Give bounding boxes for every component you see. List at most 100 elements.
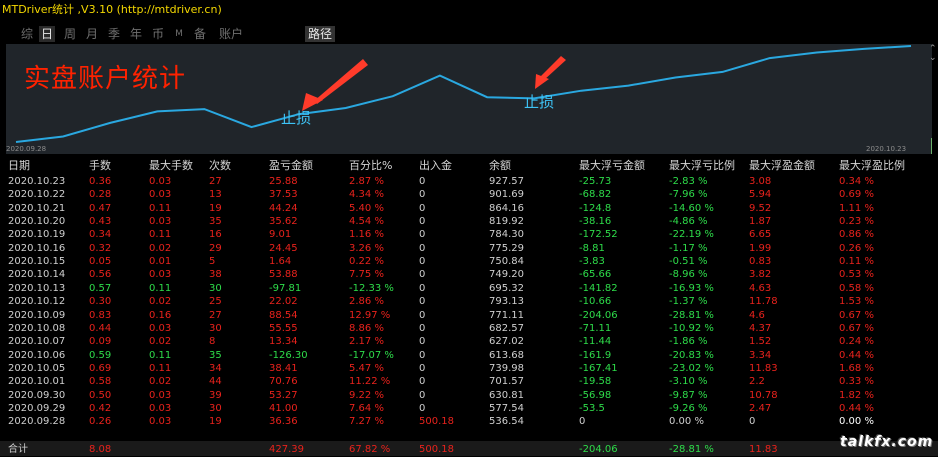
cell-max-fp-pct: 0.67 % [839,309,874,321]
table-row[interactable]: 2020.10.07 0.09 0.02 8 13.34 2.17 % 0 627.02 -11… [0,335,938,348]
table-row[interactable]: 2020.10.15 0.05 0.01 5 1.64 0.22 % 0 750.84 -3.8… [0,255,938,268]
table-row[interactable]: 2020.10.23 0.36 0.03 27 25.88 2.87 % 0 927.57 -2… [0,175,938,188]
cell-deposit: 0 [419,336,426,348]
cell-count: 13 [209,189,222,201]
table-row[interactable]: 2020.09.30 0.50 0.03 39 53.27 9.22 % 0 630.81 -5… [0,389,938,402]
cell-count: 27 [209,176,222,187]
cell-balance: 750.84 [489,256,524,268]
cell-max-dd: -167.41 [579,362,618,374]
cell-max-fp-pct: 0.69 % [839,189,874,201]
cell-lots: 0.36 [89,176,112,187]
table-row[interactable]: 2020.10.20 0.43 0.03 35 35.62 4.54 % 0 819.92 -3… [0,215,938,228]
cell-count: 27 [209,309,222,321]
tab-summary[interactable]: 综 [19,26,35,42]
cell-max-fp-pct: 0.44 % [839,349,874,361]
col-header-date[interactable]: 日期 [8,159,30,173]
cell-pnl: 53.88 [269,269,298,281]
tab-week[interactable]: 周 [62,26,78,42]
tab-day[interactable]: 日 [39,26,55,42]
panel-resize-handle[interactable] [931,138,938,154]
table-row[interactable]: 2020.09.29 0.42 0.03 30 41.00 7.64 % 0 577.54 -5… [0,402,938,415]
table-row[interactable]: 2020.10.05 0.69 0.11 34 38.41 5.47 % 0 739.98 -1… [0,362,938,375]
cell-lots: 0.44 [89,322,112,334]
cell-max-dd-pct: -2.83 % [669,176,708,187]
cell-date: 2020.09.29 [8,402,66,414]
total-percent: 67.82 % [349,444,391,455]
cell-deposit: 0 [419,282,426,294]
cell-balance: 771.11 [489,309,524,321]
cell-lots: 0.32 [89,242,112,254]
table-row[interactable]: 2020.10.22 0.28 0.03 13 37.53 4.34 % 0 901.69 -6… [0,188,938,201]
table-row[interactable]: 2020.10.13 0.57 0.11 30 -97.81 -12.33 % 0 695.3… [0,282,938,295]
tab-account[interactable]: 账户 [217,26,245,42]
cell-lots: 0.59 [89,349,112,361]
table-row[interactable]: 2020.10.06 0.59 0.11 35 -126.30 -17.07 % 0 613.… [0,349,938,362]
cell-date: 2020.10.15 [8,256,66,268]
table-row[interactable]: 2020.10.08 0.44 0.03 30 55.55 8.86 % 0 682.57 -7… [0,322,938,335]
cell-date: 2020.10.05 [8,362,66,374]
cell-pnl: 70.76 [269,376,298,388]
table-row[interactable]: 2020.10.12 0.30 0.02 25 22.02 2.86 % 0 793.13 -1… [0,295,938,308]
cell-balance: 749.20 [489,269,524,281]
cell-lots: 0.47 [89,202,112,214]
cell-max-fp: 2.2 [749,376,765,388]
cell-max-lots: 0.03 [149,269,172,281]
cell-balance: 682.57 [489,322,524,334]
table-row[interactable]: 2020.09.28 0.26 0.03 19 36.36 7.27 % 500.18 536… [0,415,938,428]
cell-deposit: 0 [419,189,426,201]
tab-magic[interactable]: M [172,26,186,42]
path-button[interactable]: 路径 [305,26,335,42]
table-row[interactable]: 2020.10.19 0.34 0.11 16 9.01 1.16 % 0 784.30 -17… [0,228,938,241]
cell-deposit: 0 [419,216,426,228]
col-header-max-floating-profit-pct[interactable]: 最大浮盈比例 [839,159,905,173]
cell-date: 2020.10.22 [8,189,66,201]
cell-max-fp-pct: 0.34 % [839,176,874,187]
chevron-down-icon: ⌄ [929,53,937,63]
col-header-pnl[interactable]: 盈亏金额 [269,159,313,173]
col-header-max-floating-profit[interactable]: 最大浮盈金额 [749,159,815,173]
cell-balance: 784.30 [489,229,524,241]
window-title: MTDriver统计 ,V3.10 (http://mtdriver.cn) [2,3,222,16]
cell-date: 2020.09.30 [8,389,66,401]
stop-loss-label-1: 止损 [281,109,312,127]
cell-balance: 701.57 [489,376,524,388]
cell-lots: 0.57 [89,282,112,294]
table-row[interactable]: 2020.10.16 0.32 0.02 29 24.45 3.26 % 0 775.29 -8… [0,242,938,255]
col-header-percent[interactable]: 百分比% [349,159,392,173]
scroll-expand-control[interactable]: ⌃ ⌄ [928,44,938,68]
col-header-lots[interactable]: 手数 [89,159,111,173]
cell-date: 2020.10.21 [8,202,66,214]
cell-max-dd: -53.5 [579,402,605,414]
tab-month[interactable]: 月 [84,26,100,42]
cell-max-fp: 3.82 [749,269,772,281]
cell-max-lots: 0.01 [149,256,172,268]
table-row[interactable]: 2020.10.21 0.47 0.11 19 44.24 5.40 % 0 864.16 -1… [0,202,938,215]
cell-max-fp-pct: 1.11 % [839,202,874,214]
cell-max-dd-pct: -3.10 % [669,376,708,388]
tab-notes[interactable]: 备 [192,26,208,42]
cell-max-fp: 6.65 [749,229,772,241]
cell-count: 30 [209,282,222,294]
col-header-count[interactable]: 次数 [209,159,231,173]
cell-pnl: 35.62 [269,216,298,228]
col-header-max-lots[interactable]: 最大手数 [149,159,193,173]
col-header-max-drawdown-pct[interactable]: 最大浮亏比例 [669,159,735,173]
col-header-max-drawdown[interactable]: 最大浮亏金额 [579,159,645,173]
cell-date: 2020.10.01 [8,376,66,388]
table-row[interactable]: 2020.10.14 0.56 0.03 38 53.88 7.75 % 0 749.20 -6… [0,268,938,281]
table-row[interactable]: 2020.10.09 0.83 0.16 27 88.54 12.97 % 0 771.11 -… [0,309,938,322]
chart-end-date: 2020.10.23 [866,145,907,153]
table-row[interactable]: 2020.10.01 0.58 0.02 44 70.76 11.22 % 0 701.57 -… [0,375,938,388]
tab-quarter[interactable]: 季 [106,26,122,42]
cell-lots: 0.34 [89,229,112,241]
cell-date: 2020.10.19 [8,229,66,241]
cell-pnl: 13.34 [269,336,298,348]
cell-pnl: 9.01 [269,229,292,241]
col-header-balance[interactable]: 余额 [489,159,511,173]
col-header-deposit[interactable]: 出入金 [419,159,452,173]
total-pnl: 427.39 [269,444,304,455]
tab-currency[interactable]: 币 [150,26,166,42]
cell-max-fp: 0 [749,416,756,428]
cell-lots: 0.50 [89,389,112,401]
tab-year[interactable]: 年 [128,26,144,42]
